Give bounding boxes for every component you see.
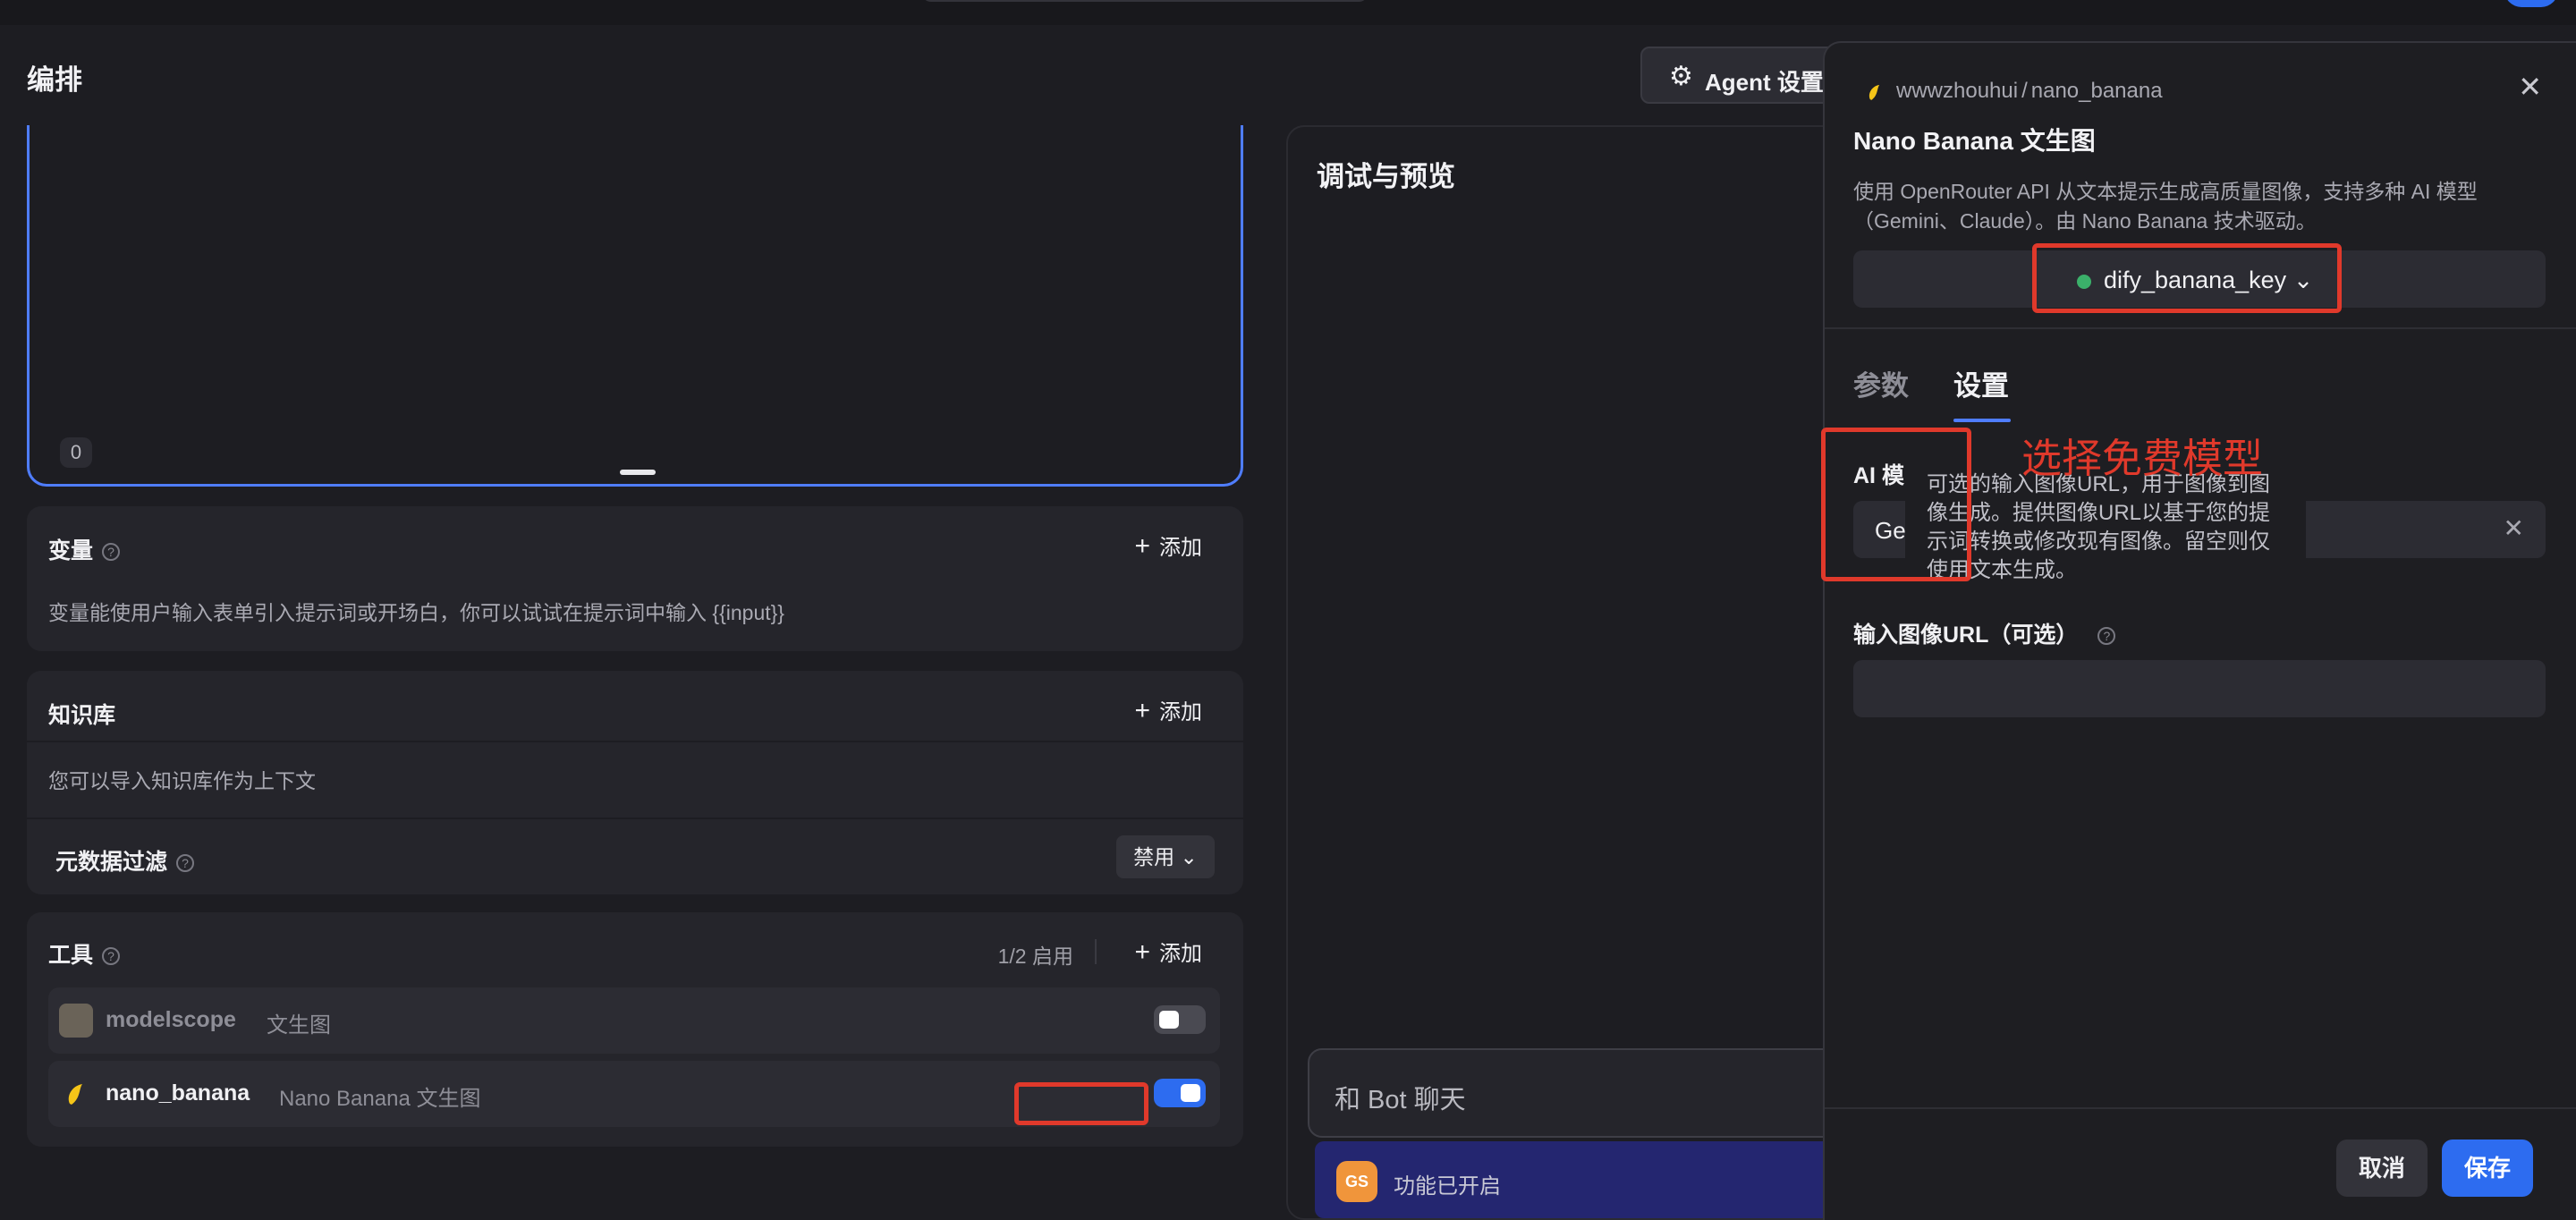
- cancel-button[interactable]: 取消: [2336, 1140, 2428, 1197]
- feature-status-text: 功能已开启: [1394, 1174, 1501, 1199]
- gear-icon: ⚙: [1669, 62, 1693, 91]
- top-bar: [0, 0, 2576, 25]
- variables-description: 变量能使用户输入表单引入提示词或开场白，你可以试试在提示词中输入 {{input…: [48, 601, 784, 624]
- tool-subtitle: Nano Banana 文生图: [279, 1087, 481, 1111]
- banana-icon: [59, 1077, 93, 1111]
- annotation-box: [1821, 428, 1971, 581]
- annotation-box: [1014, 1082, 1148, 1125]
- resize-handle[interactable]: [620, 470, 656, 475]
- tool-toggle[interactable]: [1154, 1005, 1206, 1034]
- prompt-editor[interactable]: 0: [27, 125, 1243, 487]
- annotation-box: [2032, 243, 2342, 313]
- preview-title: 调试与预览: [1317, 161, 1455, 192]
- banana-icon: [1862, 80, 1887, 105]
- divider: [1095, 939, 1097, 964]
- save-button[interactable]: 保存: [2442, 1140, 2533, 1197]
- add-tool-button[interactable]: + 添加: [1134, 936, 1202, 968]
- plus-icon: +: [1134, 696, 1150, 725]
- metadata-filter-select[interactable]: 禁用 ⌄: [1116, 835, 1215, 878]
- help-icon[interactable]: ?: [2097, 627, 2116, 646]
- char-count: 0: [60, 437, 92, 468]
- knowledge-title: 知识库: [48, 703, 116, 728]
- knowledge-description: 您可以导入知识库作为上下文: [48, 769, 316, 792]
- tools-enabled-count: 1/2 启用: [997, 945, 1073, 968]
- tool-toggle[interactable]: [1154, 1079, 1206, 1107]
- metadata-filter-label: 元数据过滤?: [55, 844, 195, 877]
- add-knowledge-button[interactable]: + 添加: [1134, 694, 1202, 726]
- knowledge-card: 知识库 + 添加 您可以导入知识库作为上下文 元数据过滤? 禁用 ⌄: [27, 671, 1243, 894]
- modelscope-icon: [59, 1004, 93, 1038]
- divider: [27, 741, 1243, 742]
- feature-icon: GS: [1336, 1161, 1377, 1202]
- add-variable-button[interactable]: + 添加: [1134, 530, 1202, 562]
- tab-params[interactable]: 参数: [1853, 363, 1909, 403]
- tool-name: nano_banana: [106, 1080, 250, 1106]
- tool-name: modelscope: [106, 1007, 236, 1032]
- tool-row-modelscope[interactable]: modelscope 文生图: [48, 987, 1220, 1054]
- tool-subtitle: 文生图: [267, 1013, 331, 1038]
- tool-settings-drawer: wwwzhouhui / nano_banana ✕ Nano Banana 文生图…: [1823, 41, 2576, 1220]
- close-icon[interactable]: ✕: [2518, 70, 2542, 104]
- provider-breadcrumb: wwwzhouhui / nano_banana: [1862, 79, 2163, 105]
- plus-icon: +: [1134, 531, 1150, 561]
- annotation-text: 选择免费模型: [2021, 436, 2264, 481]
- help-icon[interactable]: ?: [102, 947, 121, 966]
- image-url-label: 输入图像URL（可选）?: [1853, 617, 2116, 649]
- tab-settings[interactable]: 设置: [1953, 363, 2009, 403]
- chevron-down-icon: ⌄: [1180, 845, 1198, 868]
- top-search-pill[interactable]: [921, 0, 1368, 2]
- help-icon[interactable]: ?: [176, 854, 195, 873]
- image-url-input[interactable]: [1853, 660, 2546, 717]
- tools-title: 工具?: [48, 937, 121, 970]
- avatar[interactable]: [2504, 0, 2558, 7]
- divider: [1825, 1107, 2576, 1109]
- divider: [1825, 327, 2576, 329]
- page-title: 编排: [27, 64, 82, 96]
- divider: [27, 818, 1243, 819]
- active-tab-indicator: [1953, 419, 2011, 422]
- drawer-title: Nano Banana 文生图: [1853, 127, 2096, 155]
- variables-card: 变量? + 添加 变量能使用户输入表单引入提示词或开场白，你可以试试在提示词中输入…: [27, 506, 1243, 651]
- plus-icon: +: [1134, 937, 1150, 967]
- help-icon[interactable]: ?: [102, 543, 121, 562]
- variables-title: 变量?: [48, 533, 121, 565]
- clear-icon[interactable]: ✕: [2504, 513, 2524, 543]
- drawer-description: 使用 OpenRouter API 从文本提示生成高质量图像，支持多种 AI 模…: [1853, 180, 2478, 233]
